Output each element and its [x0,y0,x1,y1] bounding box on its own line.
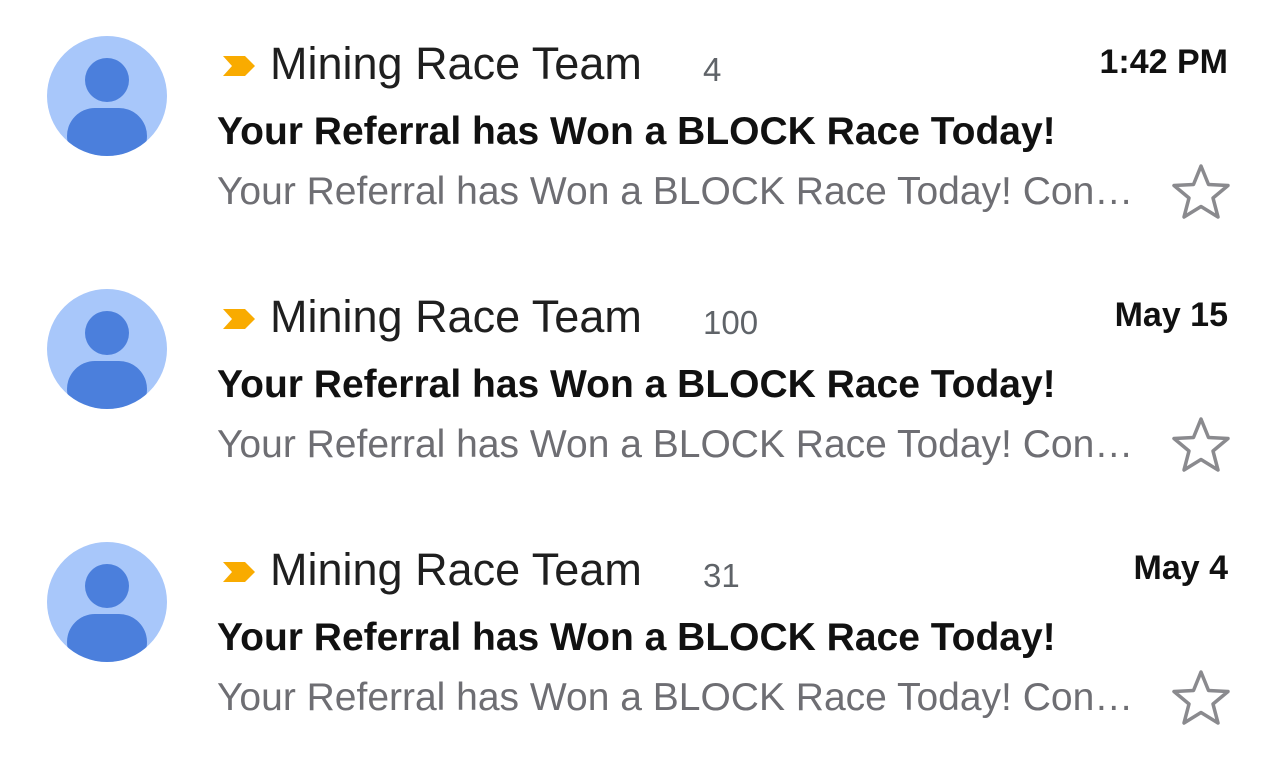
avatar[interactable] [47,542,167,662]
sender-name: Mining Race Team [270,38,642,89]
timestamp: 1:42 PM [1099,43,1229,81]
email-subject: Your Referral has Won a BLOCK Race Today… [217,110,1056,153]
email-subject: Your Referral has Won a BLOCK Race Today… [217,363,1056,406]
email-snippet: Your Referral has Won a BLOCK Race Today… [217,676,1142,719]
avatar-head [85,311,129,355]
avatar-head [85,564,129,608]
avatar-body [67,614,147,662]
email-subject: Your Referral has Won a BLOCK Race Today… [217,616,1056,659]
important-marker-icon[interactable] [221,55,257,77]
star-icon[interactable] [1170,415,1232,475]
thread-count: 100 [703,304,759,341]
important-marker-icon[interactable] [221,308,257,330]
sender-name: Mining Race Team [270,544,642,595]
avatar-head [85,58,129,102]
email-snippet: Your Referral has Won a BLOCK Race Today… [217,170,1142,213]
thread-count: 31 [703,557,740,594]
email-row[interactable]: Mining Race Team 4 1:42 PM Your Referral… [0,0,1280,240]
avatar[interactable] [47,36,167,156]
email-row[interactable]: Mining Race Team 31 May 4 Your Referral … [0,506,1280,746]
sender-name: Mining Race Team [270,291,642,342]
timestamp: May 4 [1133,549,1229,587]
star-icon[interactable] [1170,162,1232,222]
email-snippet: Your Referral has Won a BLOCK Race Today… [217,423,1142,466]
timestamp: May 15 [1114,296,1228,334]
avatar-body [67,361,147,409]
email-row[interactable]: Mining Race Team 100 May 15 Your Referra… [0,253,1280,493]
important-marker-icon[interactable] [221,561,257,583]
star-icon[interactable] [1170,668,1232,728]
avatar[interactable] [47,289,167,409]
thread-count: 4 [703,51,722,88]
email-list: Mining Race Team 4 1:42 PM Your Referral… [0,0,1280,759]
avatar-body [67,108,147,156]
